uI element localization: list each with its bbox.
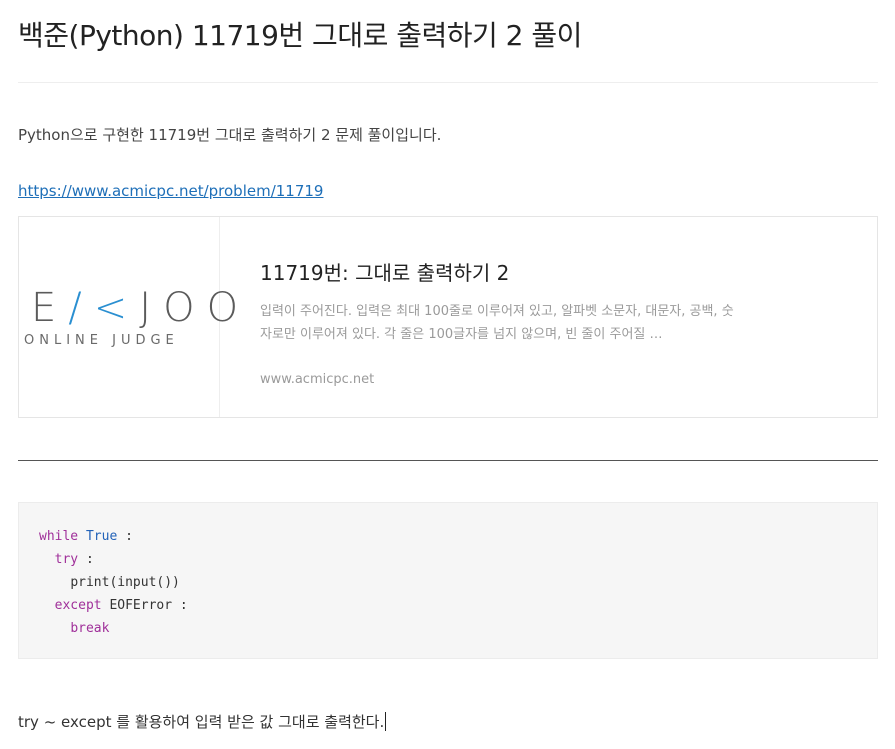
preview-thumbnail: E/<JOO ONLINE JUDGE <box>19 217 238 417</box>
code-line: break <box>70 621 110 636</box>
code-line: print(input()) <box>70 575 180 590</box>
preview-host: www.acmicpc.net <box>260 372 375 387</box>
preview-title: 11719번: 그대로 출력하기 2 <box>260 261 510 285</box>
code-line: try : <box>54 552 94 567</box>
link-preview-card[interactable]: E/<JOO ONLINE JUDGE 11719번: 그대로 출력하기 2 입… <box>18 216 878 418</box>
baekjoon-logo: E/<JOO <box>31 285 251 331</box>
blog-post: 백준(Python) 11719번 그대로 출력하기 2 풀이 Python으로… <box>0 0 895 749</box>
intro-text: Python으로 구현한 11719번 그대로 출력하기 2 문제 풀이입니다. <box>18 126 442 144</box>
code-block[interactable]: while True : try : print(input()) except… <box>18 502 878 659</box>
text-cursor <box>385 712 387 731</box>
preview-body: 11719번: 그대로 출력하기 2 입력이 주어진다. 입력은 최대 100줄… <box>220 217 877 417</box>
page-title: 백준(Python) 11719번 그대로 출력하기 2 풀이 <box>18 19 582 52</box>
logo-subtitle: ONLINE JUDGE <box>24 333 179 348</box>
section-divider <box>18 460 878 461</box>
preview-description: 입력이 주어진다. 입력은 최대 100줄로 이루어져 있고, 알파벳 소문자,… <box>260 304 734 342</box>
outro-text[interactable]: try ~ except 를 활용하여 입력 받은 값 그대로 출력한다. <box>18 711 387 732</box>
title-divider <box>18 82 878 83</box>
problem-link[interactable]: https://www.acmicpc.net/problem/11719 <box>18 182 323 200</box>
code-line: while True : <box>39 529 133 544</box>
code-line: except EOFError : <box>54 598 188 613</box>
